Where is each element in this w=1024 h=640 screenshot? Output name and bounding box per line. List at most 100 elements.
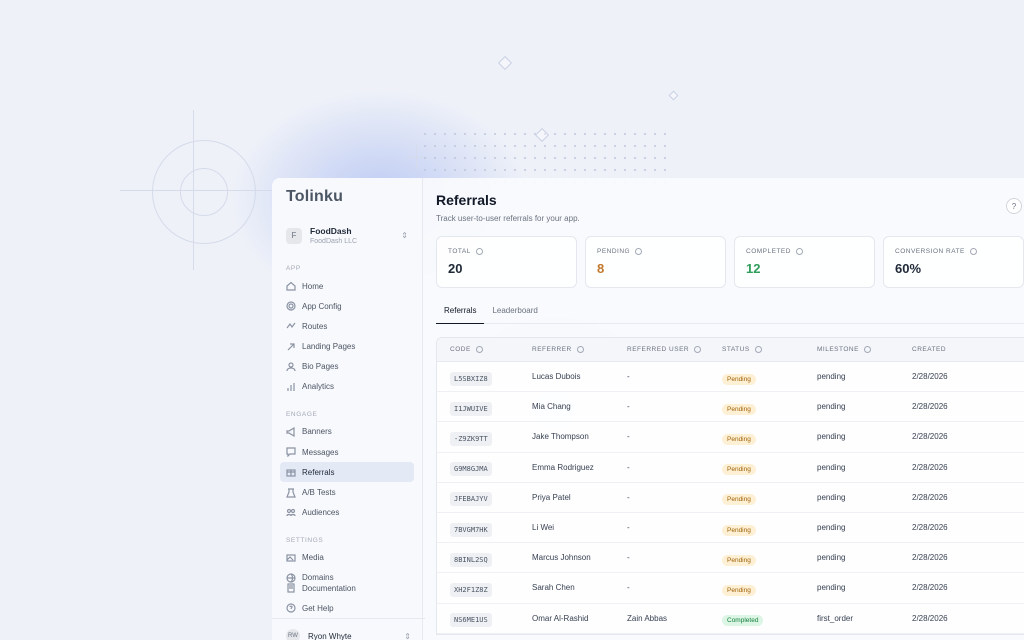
- sidebar-item-label: Documentation: [302, 583, 356, 593]
- created-cell: 2/28/2026: [912, 462, 948, 472]
- referral-code[interactable]: -Z9ZK9TT: [450, 431, 492, 446]
- background-diamond: [497, 55, 513, 71]
- referred-user-cell: -: [627, 553, 630, 563]
- referral-code[interactable]: G9M8GJMA: [450, 462, 492, 477]
- sidebar-item-home[interactable]: Home: [280, 276, 414, 296]
- sidebar-item-referrals[interactable]: Referrals: [280, 462, 414, 483]
- book-icon: [287, 583, 295, 593]
- table-row[interactable]: -Z9ZK9TT Jake Thompson - Pending pending 2/28…: [437, 422, 1024, 453]
- user-menu[interactable]: RW Ryon Whyte ⇕: [272, 618, 425, 640]
- stat-value: 20: [448, 261, 463, 276]
- referral-code[interactable]: 7BVGM7HK: [450, 522, 492, 537]
- stat-card-conversion-rate: CONVERSION RATE 60%: [883, 236, 1024, 288]
- stat-label: CONVERSION RATE: [895, 248, 1012, 255]
- column-header-referred-user[interactable]: REFERRED USER: [627, 346, 722, 353]
- sidebar-item-label: Referrals: [302, 467, 335, 477]
- tab-referrals[interactable]: Referrals: [436, 304, 485, 324]
- referrer-cell: Mia Chang: [532, 402, 571, 412]
- referrer-cell: Jake Thompson: [532, 432, 589, 442]
- sidebar-item-bio-pages[interactable]: Bio Pages: [280, 357, 414, 377]
- referred-user-cell: -: [627, 402, 630, 412]
- info-icon[interactable]: [969, 248, 977, 255]
- stat-label-text: PENDING: [597, 248, 631, 255]
- sidebar-item-label: Routes: [302, 321, 328, 331]
- column-header-status[interactable]: STATUS: [722, 346, 817, 353]
- sidebar-item-label: App Config: [302, 301, 342, 311]
- table-row[interactable]: G9M8GJMA Emma Rodriguez - Pending pending 2/2…: [437, 453, 1024, 483]
- column-header-code[interactable]: CODE: [437, 346, 532, 353]
- message-icon: [286, 447, 296, 458]
- milestone-cell: first_order: [817, 613, 854, 623]
- sidebar-item-get-help[interactable]: Get Help: [280, 598, 417, 618]
- referrer-cell: Emma Rodriguez: [532, 462, 594, 472]
- referred-user-cell: Zain Abbas: [627, 613, 668, 623]
- table-row[interactable]: NS6ME1US Omar Al-Rashid Zain Abbas Complete…: [437, 604, 1024, 634]
- column-header-referrer[interactable]: REFERRER: [532, 346, 627, 353]
- column-header-created[interactable]: CREATED: [912, 346, 1002, 353]
- gift-icon: [286, 469, 296, 477]
- referrer-cell: Marcus Johnson: [532, 553, 591, 563]
- status-badge: Pending: [722, 584, 756, 596]
- info-icon[interactable]: [576, 346, 584, 353]
- milestone-cell: pending: [817, 523, 846, 533]
- sidebar-item-analytics[interactable]: Analytics: [280, 377, 414, 397]
- info-icon[interactable]: [863, 346, 871, 353]
- sidebar-item-landing-pages[interactable]: Landing Pages: [280, 337, 414, 357]
- background-line: [120, 190, 280, 191]
- info-icon[interactable]: [635, 248, 643, 255]
- referral-code[interactable]: JFEBAJYV: [450, 492, 492, 507]
- column-header-label: CODE: [450, 346, 471, 353]
- info-icon[interactable]: [754, 346, 762, 353]
- stats-row: TOTAL 20 PENDING 8 COMPLETED 12 CONVERSION RAT…: [436, 236, 1024, 288]
- chevron-updown-icon: ⇕: [404, 631, 411, 640]
- referral-code[interactable]: I1JWUIVE: [450, 401, 492, 416]
- user-icon: [286, 362, 296, 371]
- routes-icon: [286, 323, 296, 329]
- page-subtitle: Track user-to-user referrals for your ap…: [436, 214, 580, 223]
- org-subtitle: FoodDash LLC: [310, 238, 358, 245]
- sidebar-item-label: Audiences: [302, 508, 340, 518]
- milestone-cell: pending: [817, 553, 846, 563]
- sidebar-item-app-config[interactable]: App Config: [280, 296, 414, 316]
- sidebar-item-audiences[interactable]: Audiences: [280, 503, 414, 523]
- status-badge: Pending: [722, 524, 756, 536]
- stat-card-total: TOTAL 20: [436, 236, 577, 288]
- help-button[interactable]: ?: [1006, 198, 1022, 214]
- info-icon[interactable]: [475, 346, 483, 353]
- org-avatar: F: [286, 227, 302, 244]
- created-cell: 2/28/2026: [912, 372, 948, 382]
- table-row[interactable]: 8BINL2SQ Marcus Johnson - Pending pending 2/2…: [437, 543, 1024, 574]
- sidebar-item-media[interactable]: Media: [280, 548, 414, 568]
- info-icon[interactable]: [795, 248, 803, 255]
- referrer-cell: Li Wei: [532, 523, 555, 533]
- referral-code[interactable]: XH2F1Z8Z: [450, 582, 492, 597]
- app-logo[interactable]: Tolinku: [280, 186, 414, 214]
- table-row[interactable]: 7BVGM7HK Li Wei - Pending pending 2/28/2026: [437, 513, 1024, 544]
- flask-icon: [286, 487, 296, 498]
- info-icon[interactable]: [694, 346, 702, 353]
- sidebar-item-routes[interactable]: Routes: [280, 316, 414, 336]
- referral-code[interactable]: 8BINL2SQ: [450, 552, 492, 567]
- column-header-label: REFERRED USER: [627, 346, 690, 353]
- column-header-label: STATUS: [722, 346, 750, 353]
- table-row[interactable]: I1JWUIVE Mia Chang - Pending pending 2/28/202…: [437, 392, 1024, 423]
- sidebar-item-documentation[interactable]: Documentation: [280, 578, 417, 598]
- referred-user-cell: -: [627, 583, 630, 593]
- table-row[interactable]: XH2F1Z8Z Sarah Chen - Pending pending 2/28/20…: [437, 573, 1024, 604]
- sidebar-item-label: Get Help: [302, 603, 334, 613]
- table-header: CODE REFERRER REFERRED USER STATUS MILESTONE…: [437, 338, 1024, 362]
- referral-code[interactable]: NS6ME1US: [450, 613, 492, 628]
- tab-leaderboard[interactable]: Leaderboard: [484, 304, 545, 324]
- sidebar-item-banners[interactable]: Banners: [280, 422, 414, 442]
- table-row[interactable]: L5SBXIZ8 Lucas Dubois - Pending pending 2/28/…: [437, 362, 1024, 393]
- referral-code[interactable]: L5SBXIZ8: [450, 371, 492, 386]
- table-row[interactable]: JFEBAJYV Priya Patel - Pending pending 2/28/2…: [437, 483, 1024, 513]
- section-label-settings: SETTINGS: [286, 536, 324, 544]
- background-diamond: [668, 90, 679, 101]
- sidebar-item-label: Media: [302, 553, 324, 563]
- column-header-milestone[interactable]: MILESTONE: [817, 346, 912, 353]
- sidebar-item-messages[interactable]: Messages: [280, 442, 414, 462]
- info-icon[interactable]: [475, 248, 483, 255]
- org-switcher[interactable]: F FoodDash FoodDash LLC ⇕: [280, 220, 414, 251]
- sidebar-item-a-b-tests[interactable]: A/B Tests: [280, 483, 414, 503]
